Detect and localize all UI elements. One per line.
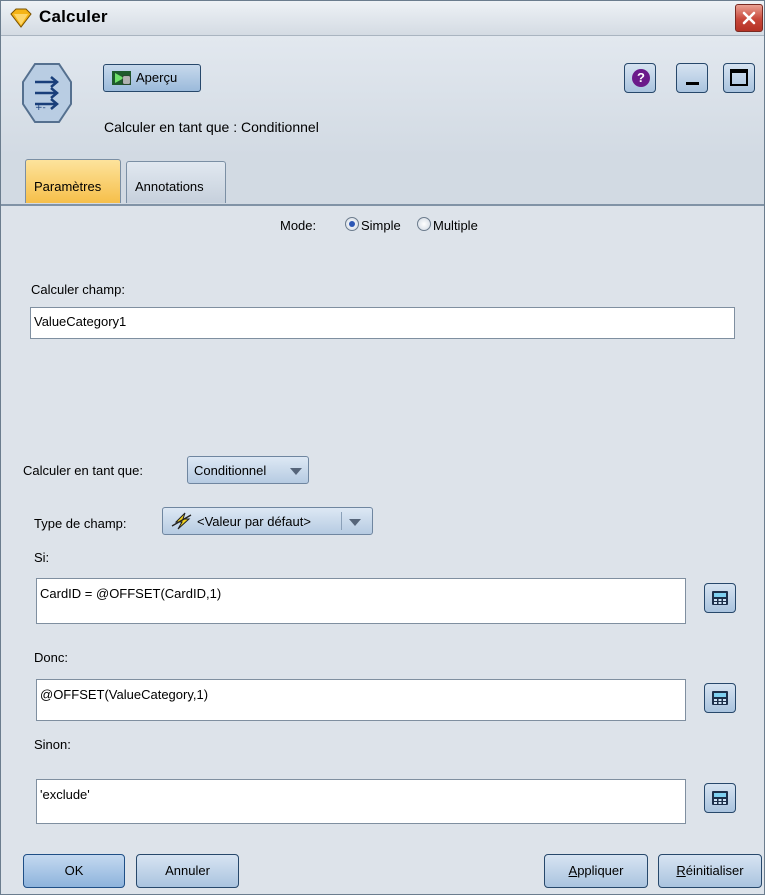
then-expression-builder-button[interactable] (704, 683, 736, 713)
ok-button[interactable]: OK (23, 854, 125, 888)
preview-icon (112, 71, 131, 85)
calculator-icon (712, 791, 728, 805)
preview-button[interactable]: Aperçu (103, 64, 201, 92)
mode-simple-radio[interactable] (345, 217, 359, 231)
close-button[interactable] (735, 4, 763, 32)
reset-button[interactable]: Réinitialiser (658, 854, 762, 888)
else-expression-builder-button[interactable] (704, 783, 736, 813)
field-type-label: Type de champ: (34, 516, 127, 531)
minimize-button[interactable] (676, 63, 708, 93)
maximize-icon (730, 69, 748, 86)
tab-label: Paramètres (34, 179, 102, 194)
then-expression-input[interactable]: @OFFSET(ValueCategory,1) (36, 679, 686, 721)
tab-strip: Paramètres Annotations (1, 156, 764, 206)
calculator-icon (712, 591, 728, 605)
tab-parametres[interactable]: Paramètres (25, 159, 121, 203)
node-subtitle: Calculer en tant que : Conditionnel (104, 119, 319, 135)
derive-as-value: Conditionnel (194, 463, 267, 478)
mode-label: Mode: (280, 218, 317, 233)
title-bar[interactable]: Calculer (1, 1, 764, 36)
derive-field-input[interactable]: ValueCategory1 (30, 307, 735, 339)
mode-multiple-label[interactable]: Multiple (433, 218, 478, 233)
apply-mnemonic: A (568, 863, 578, 878)
calculator-icon (712, 691, 728, 705)
diamond-app-icon (10, 8, 32, 28)
derive-dialog: Calculer +- Aperçu Calculer en tant que … (0, 0, 765, 895)
derive-as-dropdown[interactable]: Conditionnel (187, 456, 309, 484)
settings-panel: Mode: Simple Multiple Calculer champ: Va… (1, 206, 764, 894)
apply-label: ppliquer (577, 863, 624, 878)
tab-annotations[interactable]: Annotations (126, 161, 226, 203)
derive-as-label: Calculer en tant que: (23, 463, 143, 478)
close-icon (742, 11, 756, 25)
node-header: +- Aperçu Calculer en tant que : Conditi… (1, 36, 764, 156)
cancel-button[interactable]: Annuler (136, 854, 239, 888)
maximize-button[interactable] (723, 63, 755, 93)
derive-node-icon: +- (22, 63, 72, 123)
if-expression-input[interactable]: CardID = @OFFSET(CardID,1) (36, 578, 686, 624)
field-type-dropdown[interactable]: <Valeur par défaut> (162, 507, 373, 535)
if-label: Si: (34, 550, 50, 565)
apply-button[interactable]: Appliquer (544, 854, 648, 888)
derive-field-label: Calculer champ: (31, 282, 125, 297)
reset-mnemonic: R (676, 863, 686, 878)
minimize-icon (686, 82, 699, 85)
field-type-value: <Valeur par défaut> (197, 514, 311, 529)
else-expression-input[interactable]: 'exclude' (36, 779, 686, 824)
tab-label: Annotations (135, 179, 204, 194)
help-button[interactable]: ? (624, 63, 656, 93)
if-expression-builder-button[interactable] (704, 583, 736, 613)
then-label: Donc: (34, 650, 68, 665)
help-icon: ? (632, 69, 650, 87)
chevron-down-icon (290, 468, 302, 475)
preview-label: Aperçu (136, 70, 178, 85)
lightning-icon (171, 512, 192, 530)
chevron-down-icon (349, 519, 361, 526)
dropdown-separator (341, 512, 342, 530)
mode-simple-label[interactable]: Simple (361, 218, 401, 233)
reset-label: éinitialiser (685, 863, 744, 878)
mode-multiple-radio[interactable] (417, 217, 431, 231)
svg-text:+-: +- (35, 103, 46, 113)
window-title: Calculer (39, 7, 108, 26)
else-label: Sinon: (34, 737, 71, 752)
